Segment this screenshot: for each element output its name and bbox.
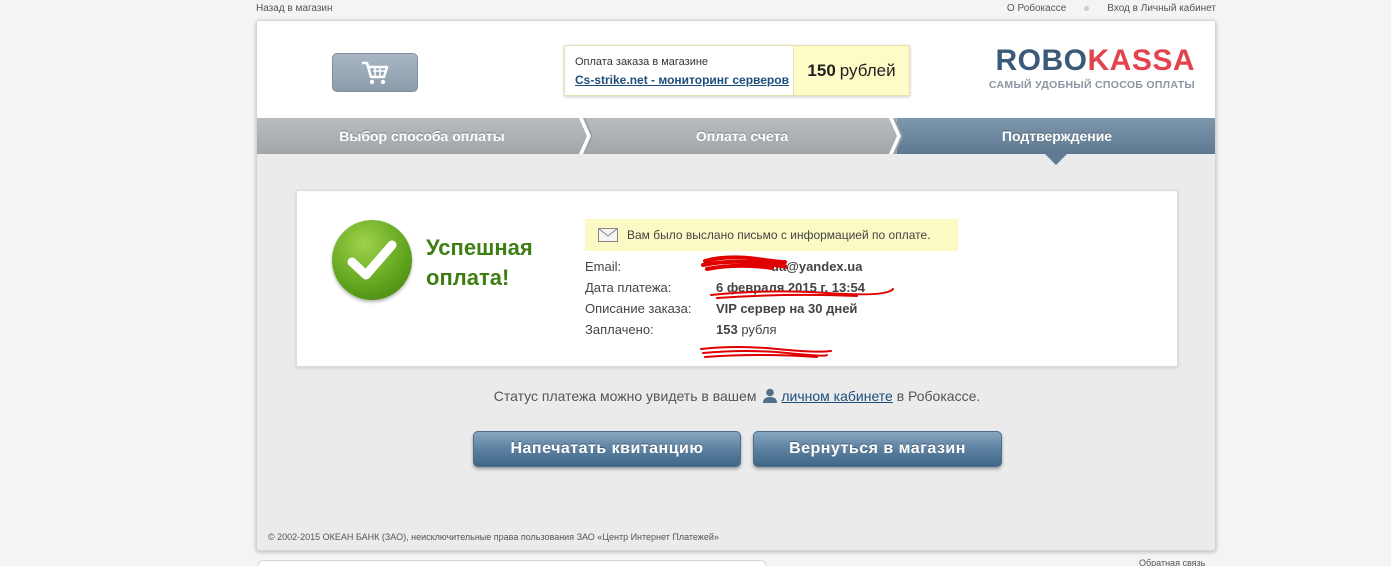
date-value: 6 февраля 2015 г. 13:54 [716,280,866,295]
price-unit: рублей [839,60,896,80]
login-cabinet-link[interactable]: Вход в Личный кабинет [1107,3,1216,14]
about-robokassa-link[interactable]: О Робокассе [1007,3,1066,14]
print-receipt-button[interactable]: Напечатать квитанцию [473,431,741,467]
detail-row-description: Описание заказа: VIP сервер на 30 дней [585,301,858,316]
top-links-bar: Назад в магазин О Робокассе Вход в Личны… [256,0,1216,18]
separator-dot [1084,6,1090,11]
cart-icon [362,61,389,84]
order-title: Оплата заказа в магазине [575,56,709,68]
logo-robo: ROBO [995,44,1088,77]
return-to-shop-button[interactable]: Вернуться в магазин [753,431,1002,467]
step-payment-method: Выбор способа оплаты [257,118,587,154]
order-summary: Оплата заказа в магазине Cs-strike.net -… [564,45,910,96]
payment-details: Email: ua@yandex.ua Дата платежа: 6 февр… [585,256,865,340]
robokassa-logo: ROBOKASSA САМЫЙ УДОБНЫЙ СПОСОБ ОПЛАТЫ [988,44,1195,92]
step-separator-icon [579,118,593,154]
envelope-icon [598,228,618,242]
success-title: Успешная оплата! [426,235,533,290]
success-check-icon [332,220,412,300]
redaction-scribble [700,346,832,358]
logo-tagline: САМЫЙ УДОБНЫЙ СПОСОБ ОПЛАТЫ [988,79,1195,91]
step-separator-icon [889,118,903,154]
cart-button[interactable] [332,53,418,92]
logo-kassa: KASSA [1087,44,1195,77]
top-links-right: О Робокассе Вход в Личный кабинет [1007,3,1216,14]
progress-steps: Выбор способа оплаты Оплата счета Подтве… [257,118,1215,154]
active-step-pointer [1045,154,1067,165]
payment-result-card: Успешная оплата! Вам было выслано письмо… [296,190,1178,367]
detail-row-paid: Заплачено: 153 рубля [585,322,777,337]
bottom-panel [258,560,766,566]
email-value: ua@yandex.ua [771,259,863,274]
step-confirmation: Подтверждение [897,118,1215,154]
order-price: 150 рублей [793,46,909,95]
user-icon [763,388,778,403]
detail-row-email: Email: ua@yandex.ua [585,259,863,274]
personal-cabinet-link[interactable]: личном кабинете [781,388,892,404]
feedback-link[interactable]: Обратная связь [1139,558,1205,566]
shop-link[interactable]: Cs-strike.net - мониторинг серверов [575,73,789,87]
copyright-text: © 2002-2015 ОКЕАН БАНК (ЗАО), неисключит… [268,532,719,542]
notice-text: Вам было выслано письмо с информацией по… [627,228,931,242]
header: Оплата заказа в магазине Cs-strike.net -… [257,21,1215,118]
step-invoice-payment: Оплата счета [587,118,897,154]
payment-frame: Оплата заказа в магазине Cs-strike.net -… [256,20,1216,551]
paid-value: 153 рубля [716,322,777,337]
detail-row-date: Дата платежа: 6 февраля 2015 г. 13:54 [585,280,866,295]
email-sent-notice: Вам было выслано письмо с информацией по… [585,219,958,251]
back-to-shop-link[interactable]: Назад в магазин [256,3,333,14]
price-amount: 150 [807,60,836,80]
description-value: VIP сервер на 30 дней [716,301,858,316]
status-info: Статус платежа можно увидеть в вашем лич… [493,388,981,404]
